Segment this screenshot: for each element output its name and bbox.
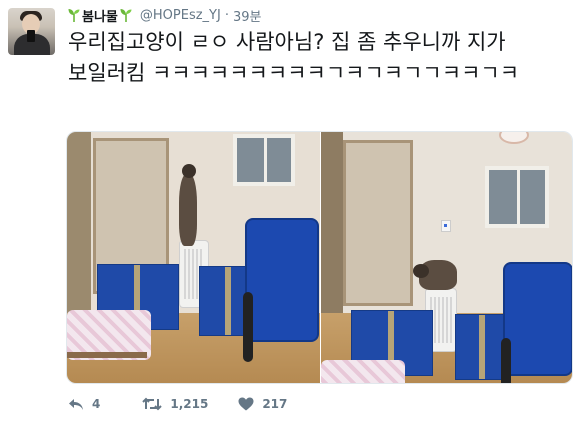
chair-arm [501,338,511,383]
user-handle[interactable]: @HOPEsz_YJ [140,8,221,23]
photo-left[interactable] [67,132,320,383]
wall-shadow [67,132,91,323]
office-chair [503,262,572,376]
photo-right[interactable] [321,132,572,383]
reply-button[interactable]: 4 [68,397,100,411]
display-name[interactable]: 봄나물 [82,6,118,25]
tweet-text: 우리집고양이 ㄹㅇ 사람아님? 집 좀 추우니까 지가 보일러킴 ㅋㅋㅋㅋㅋㅋㅋ… [68,30,520,85]
doorway [343,140,413,306]
wall-clock [499,132,529,144]
cat [179,164,197,246]
retweet-icon [142,397,163,411]
timestamp[interactable]: 39분 [233,6,262,25]
office-chair [245,218,319,342]
like-count: 217 [262,397,288,411]
window [233,134,295,186]
side-table [67,352,147,358]
retweet-count: 1,215 [170,397,209,411]
wall-switch [441,220,451,232]
like-button[interactable]: 217 [238,397,287,411]
tweet-header: 봄나물 @HOPEsz_YJ · 39분 [68,6,262,25]
wall-shadow [321,132,343,323]
heart-icon [238,397,254,411]
separator-dot: · [224,7,229,23]
sprout-icon [68,8,80,22]
tweet-actions: 4 1,215 217 [68,394,287,414]
window [485,166,549,228]
blanket [321,360,405,383]
avatar-phone [27,30,35,42]
chair-arm [243,292,253,362]
sprout-icon [120,8,132,22]
retweet-button[interactable]: 1,215 [142,397,208,411]
reply-icon [68,398,84,411]
cat [413,260,457,290]
avatar[interactable] [8,8,55,55]
reply-count: 4 [92,397,101,411]
tweet-media[interactable] [66,131,573,384]
